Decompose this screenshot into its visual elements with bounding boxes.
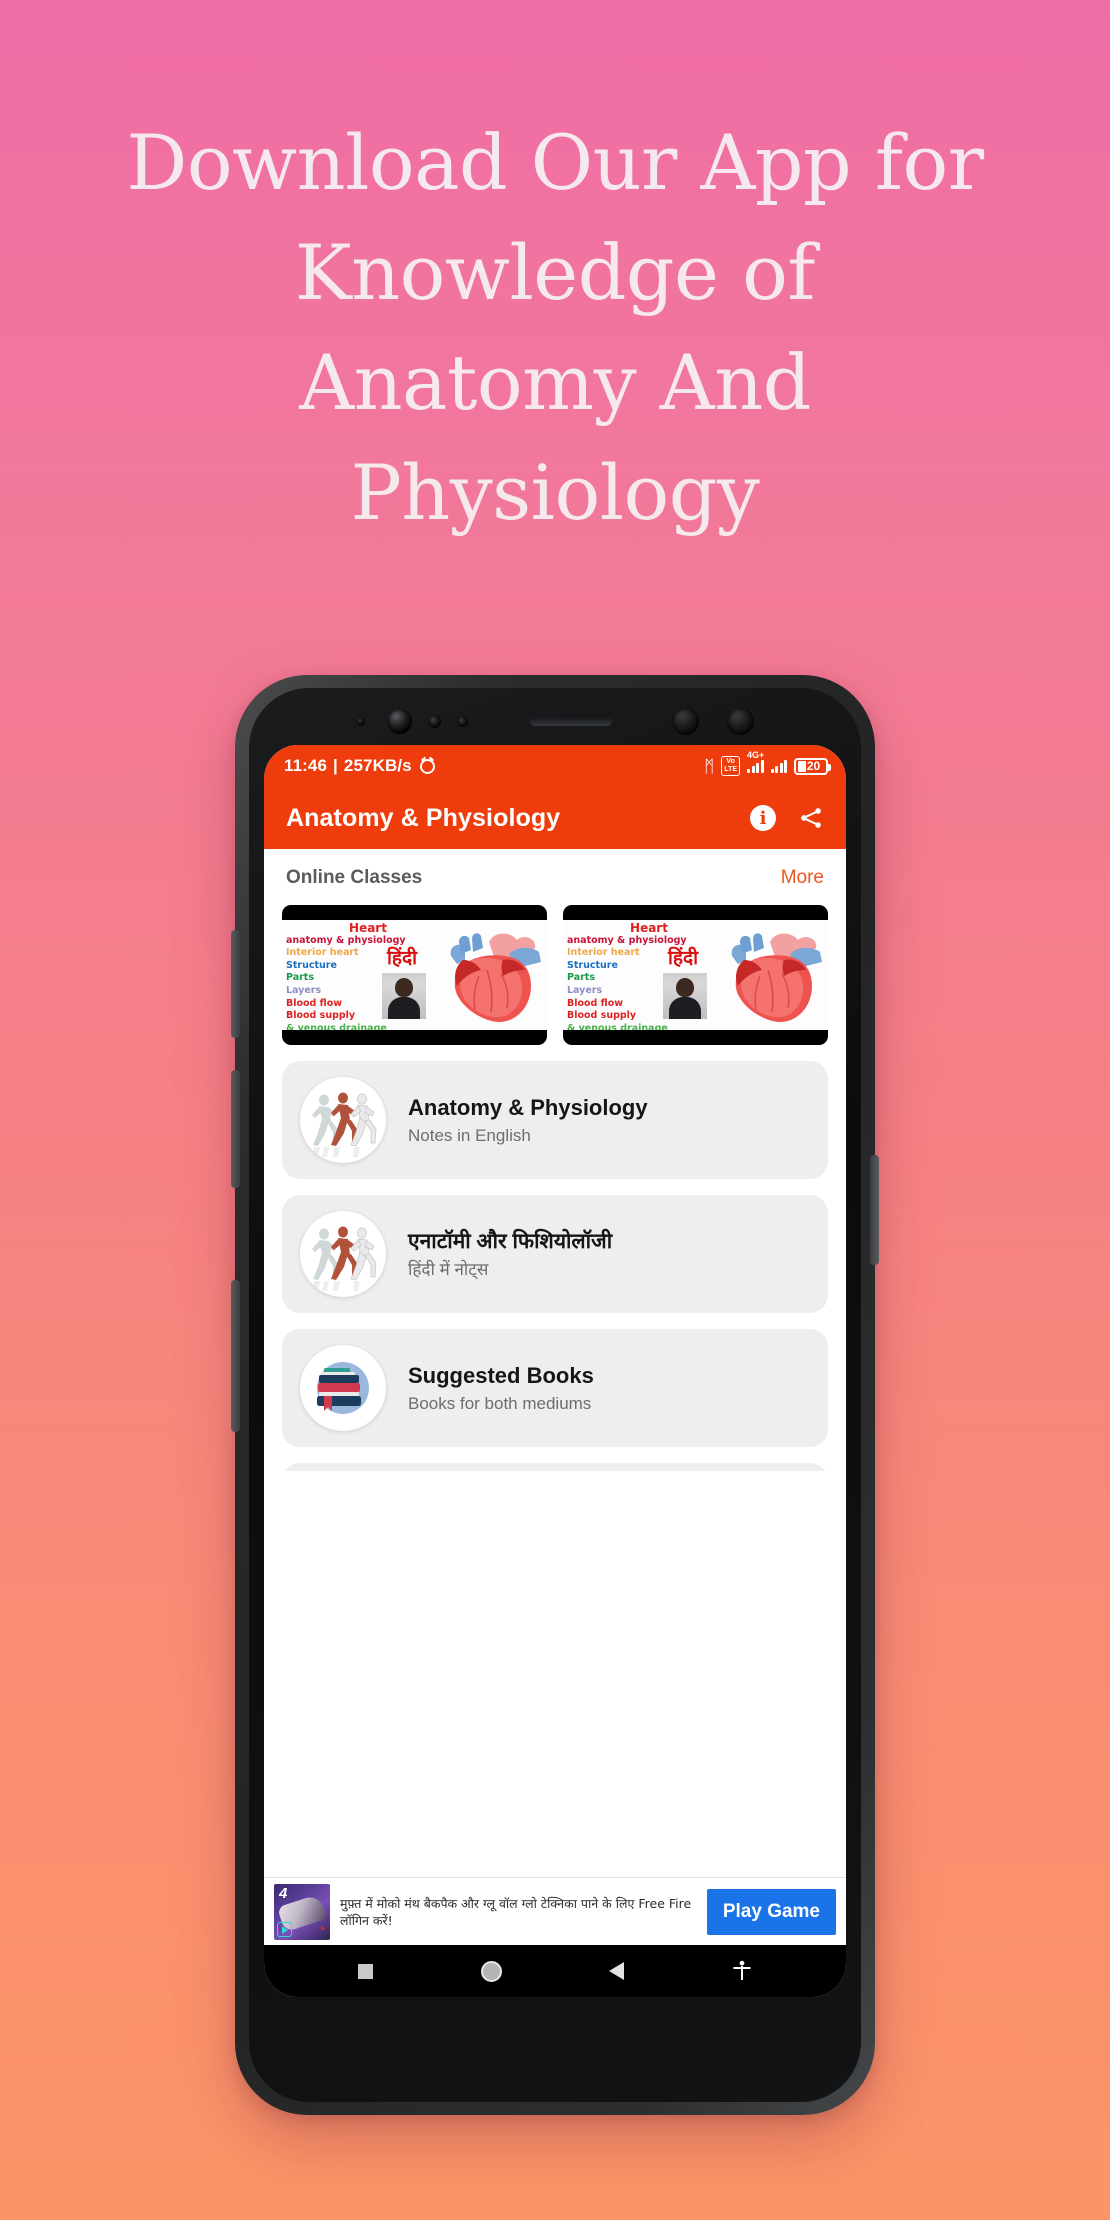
phone-screen: 11:46 | 257KB/s ᛗ Vo LTE 4G+ 20 Anatomy …: [264, 745, 846, 1997]
light-sensor-icon: [457, 715, 468, 727]
ad-thumbnail: 4 ◔: [274, 1883, 330, 1940]
list-item-text: Anatomy & Physiology Notes in English: [408, 1094, 648, 1147]
online-classes-row: Heart anatomy & physiology Interior hear…: [264, 899, 846, 1045]
ad-thumb-badge: 4: [279, 1884, 288, 1902]
volte-top: Vo: [726, 758, 735, 765]
volume-down-button[interactable]: [231, 1070, 240, 1188]
app-bar: Anatomy & Physiology i: [264, 787, 846, 849]
list-item[interactable]: एनाटॉमी और फिशियोलॉजी हिंदी में नोट्स: [282, 1195, 828, 1313]
instructor-photo: [382, 973, 426, 1019]
more-link[interactable]: More: [781, 867, 824, 889]
accessibility-icon[interactable]: [732, 1960, 752, 1982]
battery-icon: 20: [794, 757, 831, 775]
running-figures-icon: [300, 1077, 386, 1163]
status-network-speed: 257KB/s: [343, 756, 412, 775]
volume-up-button[interactable]: [231, 930, 240, 1038]
phone-mockup: 11:46 | 257KB/s ᛗ Vo LTE 4G+ 20 Anatomy …: [231, 675, 879, 2115]
info-icon[interactable]: i: [750, 805, 776, 831]
list-item[interactable]: Anatomy & Physiology Notes in English: [282, 1061, 828, 1179]
triangle-back-icon[interactable]: [609, 1962, 625, 1980]
list-item[interactable]: Suggested Books Books for both mediums: [282, 1329, 828, 1447]
share-icon[interactable]: [798, 805, 824, 831]
thumb-line-9: & venous drainage: [567, 1022, 668, 1030]
list-item-subtitle: Books for both mediums: [408, 1393, 592, 1413]
thumb-hindi-badge: हिंदी: [387, 947, 418, 969]
list-item-text: Suggested Books Books for both mediums: [408, 1362, 594, 1415]
circle-home-icon[interactable]: [480, 1960, 502, 1982]
phone-sensor-bar: [235, 701, 875, 741]
garena-logo-icon: ◔: [316, 1920, 326, 1938]
thumb-line-1: Heart: [630, 921, 668, 935]
network-type-label: 4G+: [747, 749, 765, 760]
proximity-sensor-icon: [428, 714, 441, 728]
status-separator: |: [333, 756, 338, 775]
thumb-hindi-badge: हिंदी: [668, 947, 699, 969]
status-bar-left: 11:46 | 257KB/s: [284, 756, 435, 776]
heart-illustration-icon: [450, 933, 541, 1022]
app-title: Anatomy & Physiology: [286, 803, 561, 832]
signal-sim2-icon: [770, 759, 787, 773]
video-thumbnail: Heart anatomy & physiology Interior hear…: [282, 920, 547, 1030]
earpiece-speaker-icon: [530, 716, 612, 726]
power-button[interactable]: [870, 1155, 879, 1265]
heart-illustration-icon: [731, 933, 822, 1022]
instructor-photo: [663, 973, 707, 1019]
running-figures-icon: [300, 1211, 386, 1297]
book-stack-icon: [300, 1345, 386, 1431]
play-game-button[interactable]: Play Game: [706, 1888, 836, 1935]
list-item[interactable]: [282, 1463, 828, 1471]
battery-level-label: 20: [806, 759, 821, 773]
status-bar: 11:46 | 257KB/s ᛗ Vo LTE 4G+ 20: [264, 745, 846, 787]
video-card[interactable]: Heart anatomy & physiology Interior hear…: [282, 905, 547, 1045]
assistant-button[interactable]: [231, 1280, 240, 1432]
list-item-subtitle: Notes in English: [408, 1125, 531, 1145]
section-title: Online Classes: [286, 867, 423, 888]
square-recents-icon[interactable]: [357, 1963, 373, 1979]
status-time: 11:46: [284, 756, 328, 775]
bluetooth-icon: ᛗ: [704, 756, 715, 776]
list-item-title: एनाटॉमी और फिशियोलॉजी: [408, 1229, 613, 1253]
headline-line-4: Physiology: [350, 448, 760, 537]
ad-banner[interactable]: 4 ◔ मुफ़्त में मोको मंथ बैकपैक और ग्लू व…: [264, 1877, 846, 1945]
sensor-pinhole-icon: [356, 716, 365, 726]
volte-icon: Vo LTE: [721, 756, 740, 776]
system-nav-bar: [264, 1945, 846, 1997]
headline-line-1: Download Our App for: [126, 118, 984, 207]
app-bar-actions: i: [750, 805, 824, 831]
thumb-line-9: & venous drainage: [286, 1022, 387, 1030]
alarm-clock-icon: [419, 758, 435, 774]
headline-line-2: Knowledge of: [294, 228, 816, 317]
status-bar-right: ᛗ Vo LTE 4G+ 20: [704, 750, 831, 776]
online-classes-header: Online Classes More: [264, 849, 846, 899]
video-thumbnail: Heart anatomy & physiology Interior hear…: [563, 920, 828, 1030]
play-badge-icon: [277, 1921, 292, 1937]
signal-sim1-icon: 4G+: [747, 750, 764, 773]
thumb-line-1: Heart: [349, 921, 387, 935]
headline-line-3: Anatomy And: [299, 338, 811, 427]
front-camera-icon: [387, 708, 412, 734]
secondary-camera-icon: [727, 707, 754, 735]
video-card[interactable]: Heart anatomy & physiology Interior hear…: [563, 905, 828, 1045]
list-item-title: Suggested Books: [408, 1362, 594, 1388]
menu-list: Anatomy & Physiology Notes in English एन…: [264, 1045, 846, 1471]
iris-sensor-icon: [672, 707, 699, 735]
list-item-subtitle: हिंदी में नोट्स: [408, 1259, 489, 1279]
ad-text: मुफ़्त में मोको मंथ बैकपैक और ग्लू वॉल ग…: [340, 1895, 692, 1928]
volte-bottom: LTE: [724, 766, 737, 773]
promo-headline: Download Our App for Knowledge of Anatom…: [0, 108, 1110, 548]
list-item-text: एनाटॉमी और फिशियोलॉजी हिंदी में नोट्स: [408, 1228, 612, 1281]
list-item-title: Anatomy & Physiology: [408, 1094, 648, 1120]
